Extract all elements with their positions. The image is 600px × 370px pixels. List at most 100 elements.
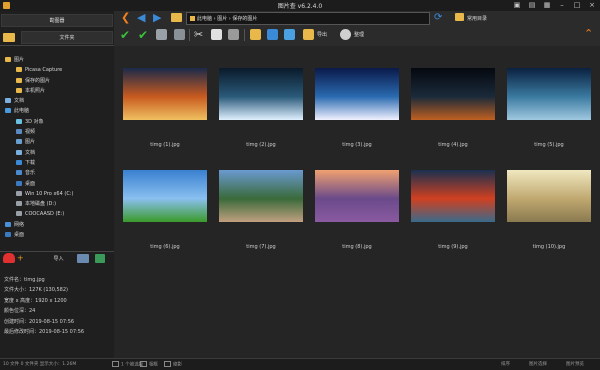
folder-tab[interactable]: 文件夹 xyxy=(3,31,113,44)
thumbnail-image[interactable] xyxy=(411,170,495,222)
folder-up-icon[interactable] xyxy=(171,13,182,22)
viewer-button[interactable]: 勘图器 xyxy=(1,14,113,27)
favorites-label[interactable]: 常用目录 xyxy=(467,15,487,22)
thumbnail-image[interactable] xyxy=(315,68,399,120)
skin-icon[interactable]: ▣ xyxy=(511,1,523,10)
tree-item[interactable]: 图片 xyxy=(0,137,114,147)
organize-label[interactable]: 整理 xyxy=(354,31,364,38)
check-icon[interactable]: ✔ xyxy=(120,29,131,41)
drive-icon xyxy=(16,211,22,217)
folder-icon xyxy=(16,87,22,93)
divider xyxy=(0,251,114,252)
export-icon[interactable] xyxy=(303,29,314,40)
trash-icon[interactable] xyxy=(174,29,185,40)
heart-icon[interactable] xyxy=(3,253,15,263)
sidebar: 勘图器 文件夹 图片 Picasa Capture 保存的图片 本机照片 文档 此电脑 3D… xyxy=(0,11,114,358)
tree-item[interactable]: 此电脑 xyxy=(0,106,114,116)
camera-icon[interactable] xyxy=(77,253,90,263)
thumbnail-image[interactable] xyxy=(219,170,303,222)
tree-item[interactable]: 桌面 xyxy=(0,230,114,240)
breadcrumb-item[interactable]: 此电脑 xyxy=(197,16,212,22)
favorite-folder-icon[interactable] xyxy=(455,13,464,21)
thumbnail-caption[interactable]: timg (3).jpg xyxy=(309,142,405,148)
thumbnail-caption[interactable]: timg (7).jpg xyxy=(213,244,309,250)
status-bar: 10 文件 0 文件夹 显示大小：1.26M 1 个被选择 相框 缩影 排序 图… xyxy=(0,358,600,370)
divider xyxy=(244,29,245,41)
thumbnail-caption[interactable]: timg (2).jpg xyxy=(213,142,309,148)
cut-icon[interactable]: ✂ xyxy=(194,29,205,41)
new-folder-icon[interactable] xyxy=(250,29,261,40)
paste-icon[interactable] xyxy=(228,29,239,40)
thumbnail-image[interactable] xyxy=(411,68,495,120)
tree-item[interactable]: 视频 xyxy=(0,127,114,137)
check-all-icon[interactable]: ✔ xyxy=(138,29,149,41)
thumbnail-caption[interactable]: timg (8).jpg xyxy=(309,244,405,250)
thumbnail-caption[interactable]: timg (5).jpg xyxy=(501,142,597,148)
minimize-button[interactable]: – xyxy=(556,1,568,10)
file-info-line: 颜色位深：24 xyxy=(4,308,36,315)
tree-item[interactable]: 本机照片 xyxy=(0,86,114,96)
tree-item[interactable]: COOCAASD (E:) xyxy=(0,209,114,219)
thumbnail-image[interactable] xyxy=(315,170,399,222)
tree-item[interactable]: 文档 xyxy=(0,148,114,158)
breadcrumb-item[interactable]: 保存的图片 xyxy=(232,16,257,22)
tree-item[interactable]: 下载 xyxy=(0,158,114,168)
tree-item[interactable]: Picasa Capture xyxy=(0,65,114,75)
scanner-icon[interactable] xyxy=(95,253,106,263)
print-icon[interactable] xyxy=(284,29,295,40)
close-button[interactable]: × xyxy=(586,1,598,10)
status-thumb[interactable]: 缩影 xyxy=(164,361,182,368)
thumbnail-image[interactable] xyxy=(123,68,207,120)
tree-item[interactable]: 音乐 xyxy=(0,168,114,178)
status-selected[interactable]: 1 个被选择 xyxy=(112,361,143,368)
tree-item[interactable]: 本地磁盘 (D:) xyxy=(0,199,114,209)
music-icon xyxy=(16,170,22,176)
tree-item[interactable]: 网络 xyxy=(0,220,114,230)
next-arrow-icon[interactable]: ▶ xyxy=(153,11,161,24)
address-bar[interactable]: 此电脑 › 图片 › 保存的图片 xyxy=(186,12,430,25)
thumbnail-image[interactable] xyxy=(507,68,591,120)
thumbnail-caption[interactable]: timg (10).jpg xyxy=(501,244,597,250)
rename-icon[interactable] xyxy=(267,29,278,40)
preview-button[interactable]: 图片预览 xyxy=(566,361,584,367)
thumbnail-caption[interactable]: timg (4).jpg xyxy=(405,142,501,148)
tree-item[interactable]: 3D 对象 xyxy=(0,117,114,127)
import-label[interactable]: 导入 xyxy=(54,256,64,262)
thumbnail-image[interactable] xyxy=(507,170,591,222)
sort-button[interactable]: 排序 xyxy=(501,361,510,367)
export-label[interactable]: 导出 xyxy=(317,31,327,38)
copy-icon[interactable] xyxy=(211,29,222,40)
tree-item[interactable]: Win 10 Pro x64 (C:) xyxy=(0,189,114,199)
select-images-button[interactable]: 图片选择 xyxy=(529,361,547,367)
divider xyxy=(0,45,114,46)
prev-arrow-icon[interactable]: ◀ xyxy=(137,11,145,24)
collapse-icon[interactable]: ⌃ xyxy=(584,27,593,40)
thumbnail-grid: timg (1).jpg timg (2).jpg timg (3).jpg timg… xyxy=(114,46,600,358)
thumbnail-image[interactable] xyxy=(123,170,207,222)
menu-icon[interactable]: ▤ xyxy=(526,1,538,10)
tree-item-label: 桌面 xyxy=(14,232,25,239)
document-icon xyxy=(5,98,11,104)
tree-item[interactable]: 桌面 xyxy=(0,179,114,189)
document-icon xyxy=(16,149,22,155)
settings-icon[interactable]: ▦ xyxy=(541,1,553,10)
folder-button[interactable]: 文件夹 xyxy=(21,31,113,44)
tools-icon[interactable] xyxy=(156,29,167,40)
desktop-icon xyxy=(16,180,22,186)
thumbnail-caption[interactable]: timg (9).jpg xyxy=(405,244,501,250)
tree-item-label: Win 10 Pro x64 (C:) xyxy=(25,190,74,197)
thumbnail-caption[interactable]: timg (1).jpg xyxy=(117,142,213,148)
thumbnail-image[interactable] xyxy=(219,68,303,120)
add-icon[interactable]: + xyxy=(17,254,24,263)
breadcrumb-item[interactable]: 图片 xyxy=(217,16,227,22)
back-arrow-icon[interactable]: ❮ xyxy=(121,11,130,24)
divider xyxy=(189,29,190,41)
tree-item[interactable]: 保存的图片 xyxy=(0,76,114,86)
tree-item[interactable]: 图片 xyxy=(0,55,114,65)
organize-icon[interactable] xyxy=(340,29,351,40)
refresh-icon[interactable]: ⟳ xyxy=(434,12,442,24)
status-frame[interactable]: 相框 xyxy=(140,361,158,368)
tree-item[interactable]: 文档 xyxy=(0,96,114,106)
maximize-button[interactable]: □ xyxy=(571,1,583,10)
thumbnail-caption[interactable]: timg (6).jpg xyxy=(117,244,213,250)
